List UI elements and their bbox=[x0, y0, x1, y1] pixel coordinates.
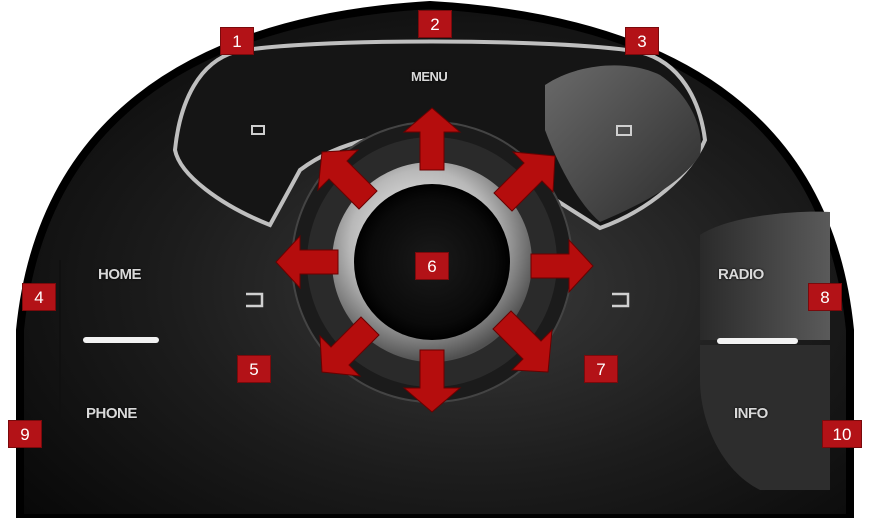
controller-panel: MENU HOME PHONE RADIO INFO 1 2 3 4 5 6 7… bbox=[0, 0, 871, 518]
phone-button-label[interactable]: PHONE bbox=[86, 405, 137, 422]
callout-label-10: 10 bbox=[822, 420, 862, 448]
callout-label-2: 2 bbox=[418, 10, 452, 38]
callout-label-5: 5 bbox=[237, 355, 271, 383]
callout-label-9: 9 bbox=[8, 420, 42, 448]
radio-button-label[interactable]: RADIO bbox=[718, 266, 764, 283]
callout-label-3: 3 bbox=[625, 27, 659, 55]
home-button-label[interactable]: HOME bbox=[98, 266, 142, 283]
callout-label-8: 8 bbox=[808, 283, 842, 311]
callout-label-1: 1 bbox=[220, 27, 254, 55]
info-button-label[interactable]: INFO bbox=[734, 405, 768, 422]
callout-label-6: 6 bbox=[415, 252, 449, 280]
callout-label-7: 7 bbox=[584, 355, 618, 383]
menu-button-label[interactable]: MENU bbox=[411, 69, 448, 84]
callout-label-4: 4 bbox=[22, 283, 56, 311]
